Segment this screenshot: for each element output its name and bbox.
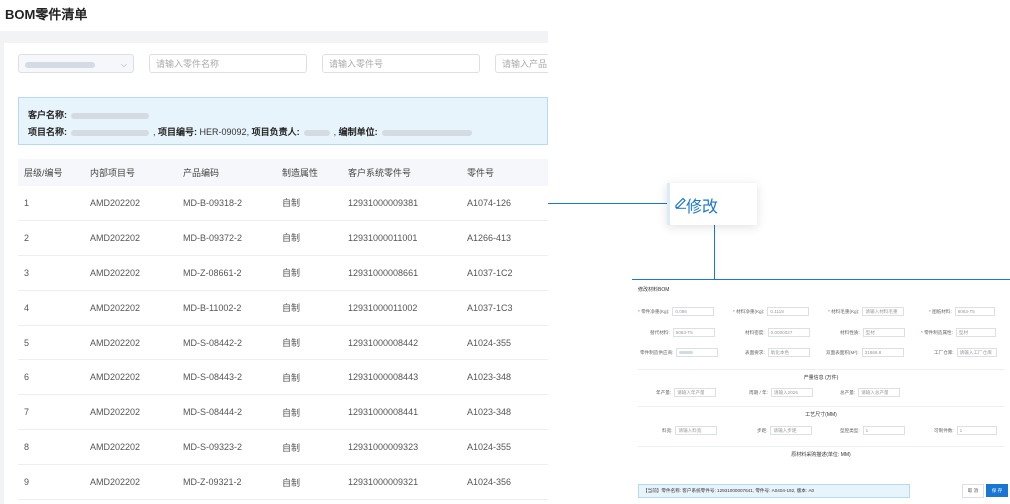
table-row[interactable]: 2 AMD202202 MD-B-09372-2 自制 12931000011001 A1… [18,220,548,256]
cavity-type-input[interactable]: 1 [862,426,905,435]
form-field: 双面表面积(M²): 31866.8 [826,348,904,357]
form-field: * 材料毛重(Kg): 请输入材料毛重 [828,307,905,316]
table-row[interactable]: 4 AMD202202 MD-B-11002-2 自制 12931000011002 A1… [18,290,548,326]
current-part-info: 【当前】零件名称: 客户系统零件号: 12931000007641, 零件号: … [638,484,910,498]
page-title: BOM零件清单 [5,7,88,22]
step-input[interactable]: 请输入步距 [770,426,813,435]
edit-callout[interactable]: 修改 [667,183,757,225]
material-gross-weight-input[interactable]: 请输入材料毛重 [862,307,905,316]
density-input[interactable]: 0.0000027 [767,328,810,337]
col-header: 零件号 [461,159,548,186]
col-header: 产品编码 [177,159,276,186]
part-name-input[interactable]: 请输入零件名称 [149,54,307,73]
form-field: 工厂仓库: 请输入工厂仓库 [934,348,997,357]
col-header: 层级/编号 [18,159,84,186]
form-field: 型腔类型: 1 [840,426,905,435]
owner-label: 项目负责人: [251,127,300,137]
table-row[interactable]: 3 AMD202202 MD-Z-08661-2 自制 12931000008661 A1… [18,255,548,291]
form-field: * 图纸材料: 6063-T5 [929,307,995,316]
table-row[interactable]: 8 AMD202202 MD-S-09323-2 自制 12931000009323 A1… [18,429,548,466]
customer-select[interactable]: ⌵ [18,54,134,73]
form-field: 可制件数: 1 [934,426,997,435]
form-field: 零件制造供应商: [640,348,719,357]
chevron-down-icon: ⌵ [120,60,127,69]
total-output-input[interactable]: 请输入总产量 [858,388,901,397]
connector-line [714,225,715,280]
project-no-label: 项目编号: [158,127,198,137]
table-row[interactable]: 6 AMD202202 MD-S-08443-2 自制 12931000008443 A1… [18,359,548,396]
cycle-input[interactable]: 请输入2026 [770,388,813,397]
form-field: 材料性质: 型材 [840,328,905,337]
edit-label: 修改 [686,199,719,216]
col-header: 客户系统零件号 [342,159,461,186]
material-net-weight-input[interactable]: 0.1118 [767,307,810,316]
section-title: 工艺尺寸(MM) [632,406,1010,418]
bom-table: 层级/编号 内部项目号 产品编码 制造属性 客户系统零件号 零件号 1 AMD20… [18,159,548,501]
parts-count-input[interactable]: 1 [956,426,997,435]
manufacture-attr-select[interactable]: 型材 [955,328,996,337]
form-field: * 零件制造属性: 型材 [921,328,996,337]
form-field: 表面要求: 氧化本色 [745,348,810,357]
drawing-material-input[interactable]: 6063-T5 [954,307,995,316]
customer-label: 客户名称: [28,110,67,120]
unit-label: 编制单位: [338,127,378,137]
surface-area-input[interactable]: 31866.8 [861,348,904,357]
form-field: 材料密度: 0.0000027 [745,328,810,337]
col-header: 内部项目号 [84,159,177,186]
project-no: HER-09092 [199,127,247,137]
form-field: 料宽: 请输入料宽 [662,426,718,435]
form-field: 年产量: 请输入年产量 [656,388,717,397]
material-width-input[interactable]: 请输入料宽 [675,426,718,435]
dialog-title: 修改材料BOM [638,287,670,293]
surface-input[interactable]: 氧化本色 [767,348,810,357]
warehouse-input[interactable]: 请输入工厂仓库 [956,348,997,357]
product-input[interactable]: 请输入产品 [495,54,548,73]
form-field: 周期 / 年: 请输入2026 [749,388,813,397]
table-header: 层级/编号 内部项目号 产品编码 制造属性 客户系统零件号 零件号 [18,159,548,186]
cancel-button[interactable]: 取 消 [962,484,984,498]
col-header: 制造属性 [276,159,342,186]
part-no-input[interactable]: 请输入零件号 [322,54,480,73]
table-row[interactable]: 1 AMD202202 MD-B-09318-2 自制 12931000009381 A1… [18,186,548,221]
alt-material-input[interactable]: 6063-T5 [672,328,715,337]
project-name-label: 项目名称: [28,127,67,137]
form-field: * 零件净重(Kg): 0.086 [638,307,715,316]
table-row[interactable]: 5 AMD202202 MD-S-08442-2 自制 12931000008442 A1… [18,325,548,361]
form-field: 总产量: 请输入总产量 [840,388,901,397]
material-property-input[interactable]: 型材 [862,328,905,337]
form-field: 替代材料: 6063-T5 [650,328,715,337]
section-title: 原材料采购描述(单位: MM) [632,446,1010,458]
table-row[interactable]: 9 AMD202202 MD-Z-09321-2 自制 12931000009321 A1… [18,464,548,501]
net-weight-input[interactable]: 0.086 [672,307,715,316]
connector-line [548,203,667,204]
form-field: * 材料净重(Kg): 0.1118 [733,307,810,316]
annual-output-input[interactable]: 请输入年产量 [674,388,717,397]
project-info: 客户名称: 项目名称:, 项目编号: HER-09092, 项目负责人:, 编制… [18,97,548,145]
edit-bom-dialog: 修改材料BOM * 零件净重(Kg): 0.086 * 材料净重(Kg): 0.11… [632,280,1010,504]
section-title: 产量信息 (万件) [632,369,1010,381]
save-button[interactable]: 保 存 [986,484,1008,497]
supplier-input[interactable] [676,348,719,357]
table-row[interactable]: 7 AMD202202 MD-S-08444-2 自制 12931000008441 A1… [18,394,548,431]
form-field: 步距: 请输入步距 [757,426,813,435]
